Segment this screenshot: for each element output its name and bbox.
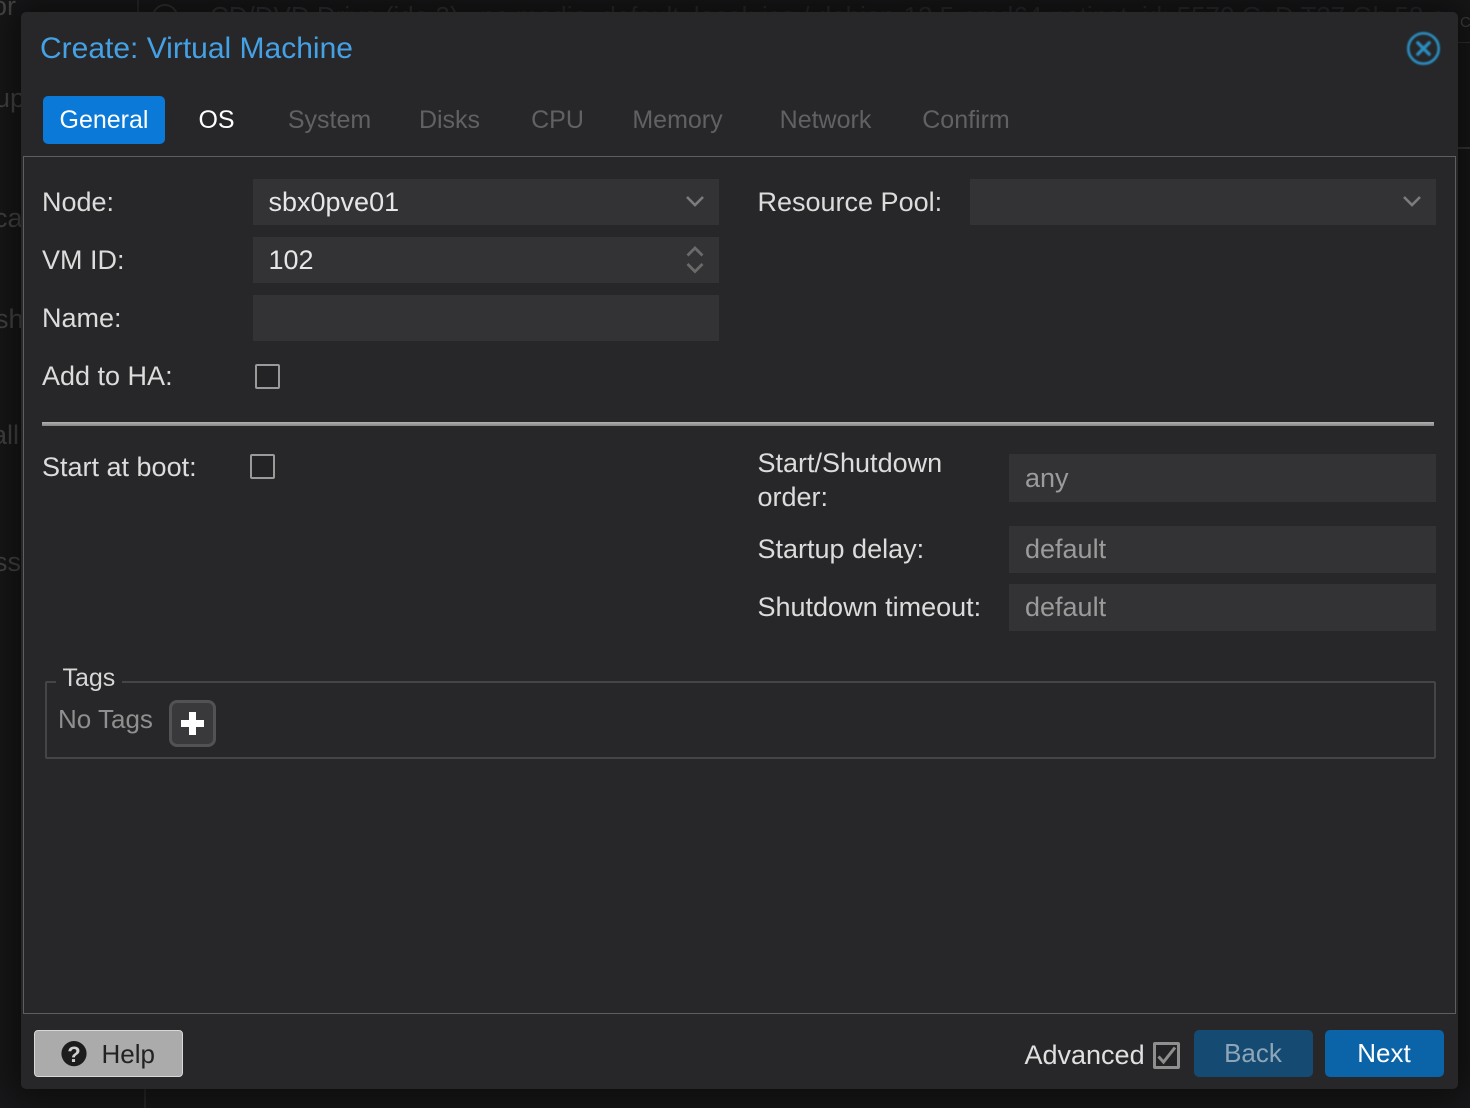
svg-text:?: ? [67,1042,80,1067]
